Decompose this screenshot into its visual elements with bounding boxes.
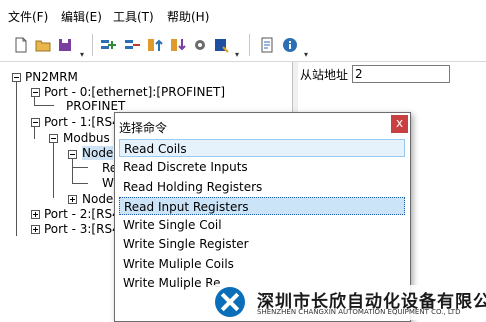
upload-icon[interactable] (147, 37, 163, 53)
company-watermark: 深圳市长欣自动化设备有限公司 SHENZHEN CHANGXIN AUTOMAT… (211, 285, 486, 320)
collapse-icon[interactable] (31, 118, 40, 127)
toolbar-separator (92, 34, 93, 56)
chevron-down-icon[interactable]: ▾ (304, 50, 308, 59)
expand-icon[interactable] (31, 210, 40, 219)
expand-icon[interactable] (31, 225, 40, 234)
command-option[interactable]: Write Single Coil (119, 216, 405, 234)
menu-bar: 文件(F) 编辑(E) 工具(T) 帮助(H) (0, 0, 486, 28)
company-logo-icon (215, 287, 245, 317)
download-icon[interactable] (170, 37, 186, 53)
tree-line (72, 167, 88, 168)
tree-node-port3[interactable]: Port - 3:[RS4 (44, 222, 120, 236)
tree-line (34, 125, 35, 139)
tree-node-write[interactable]: W (102, 176, 114, 190)
tree-node-port2[interactable]: Port - 2:[RS4 (44, 207, 120, 221)
command-option[interactable]: Read Coils (119, 139, 405, 157)
tree-line (16, 76, 17, 236)
menu-help[interactable]: 帮助(H) (167, 8, 209, 25)
collapse-icon[interactable] (49, 134, 58, 143)
menu-file[interactable]: 文件(F) (8, 8, 48, 25)
tree-line (72, 183, 88, 184)
command-option[interactable]: Write Single Register (119, 235, 405, 253)
collapse-icon[interactable] (12, 73, 21, 82)
tree-node-node2[interactable]: Node (82, 192, 113, 206)
collapse-icon[interactable] (68, 150, 77, 159)
toolbar: ▾ ▾ ▾ (0, 28, 486, 62)
close-button[interactable]: x (391, 115, 408, 133)
save-icon[interactable] (57, 37, 73, 53)
tree-line (34, 105, 54, 106)
chevron-down-icon[interactable]: ▾ (80, 50, 84, 59)
watermark-company-english: SHENZHEN CHANGXIN AUTOMATION EQUIPMENT C… (257, 308, 461, 316)
slave-address-label: 从站地址 (300, 68, 349, 82)
tree-node-root[interactable]: PN2MRM (25, 70, 78, 84)
command-option[interactable]: Read Holding Registers (119, 178, 405, 196)
tree-line (53, 143, 54, 198)
tree-node-port1[interactable]: Port - 1:[RS4 (44, 115, 120, 129)
menu-tools[interactable]: 工具(T) (113, 8, 154, 25)
new-file-icon[interactable] (13, 37, 29, 53)
info-icon[interactable] (282, 37, 298, 53)
open-folder-icon[interactable] (35, 37, 51, 53)
dialog-title: 选择命令 (119, 121, 168, 135)
toolbar-separator (249, 34, 250, 56)
command-option[interactable]: Write Muliple Coils (119, 255, 405, 273)
add-port-icon[interactable] (100, 37, 116, 53)
tree-node-port0[interactable]: Port - 0:[ethernet]:[PROFINET] (44, 85, 225, 99)
tree-node-profinet[interactable]: PROFINET (66, 99, 125, 113)
remove-port-icon[interactable] (124, 37, 140, 53)
menu-edit[interactable]: 编辑(E) (61, 8, 102, 25)
slave-address-input[interactable]: 2 (352, 65, 450, 83)
tree-line (72, 157, 73, 183)
expand-icon[interactable] (68, 195, 77, 204)
tree-node-node1[interactable]: Node (82, 146, 114, 160)
collapse-icon[interactable] (31, 88, 40, 97)
command-option[interactable]: Read Input Registers (119, 197, 405, 215)
tree-node-modbus[interactable]: Modbus (63, 131, 110, 145)
chevron-down-icon[interactable]: ▾ (235, 50, 239, 59)
document-icon[interactable] (259, 37, 275, 53)
command-option[interactable]: Read Discrete Inputs (119, 158, 405, 176)
settings-icon[interactable] (192, 37, 208, 53)
export-icon[interactable] (213, 37, 229, 53)
